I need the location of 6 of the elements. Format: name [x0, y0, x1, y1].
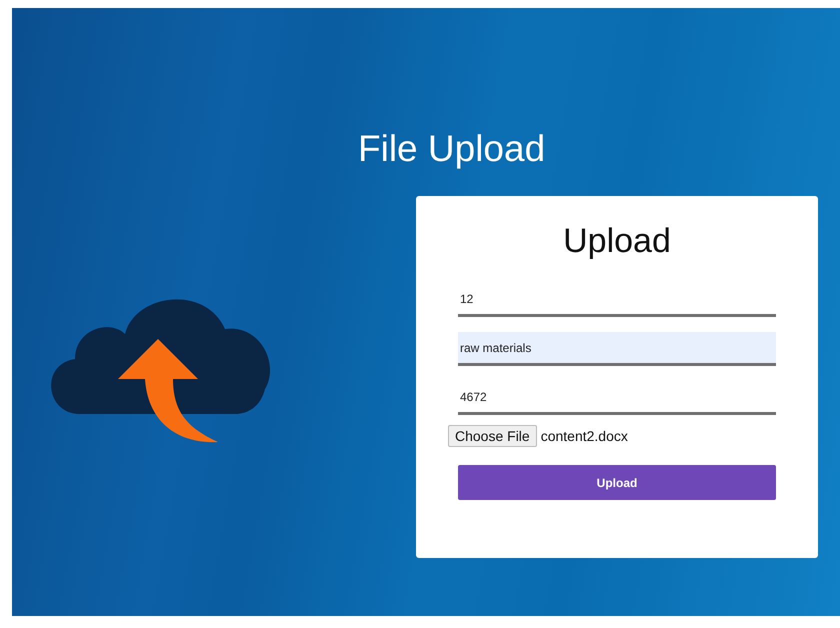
input-field[interactable]: raw materials	[458, 332, 776, 366]
choose-file-button[interactable]: Choose File	[448, 425, 537, 447]
file-name: content2.docx	[540, 428, 628, 444]
page-title: File Upload	[358, 128, 546, 170]
upload-button[interactable]: Upload	[458, 465, 776, 500]
card-heading: Upload	[562, 222, 672, 261]
